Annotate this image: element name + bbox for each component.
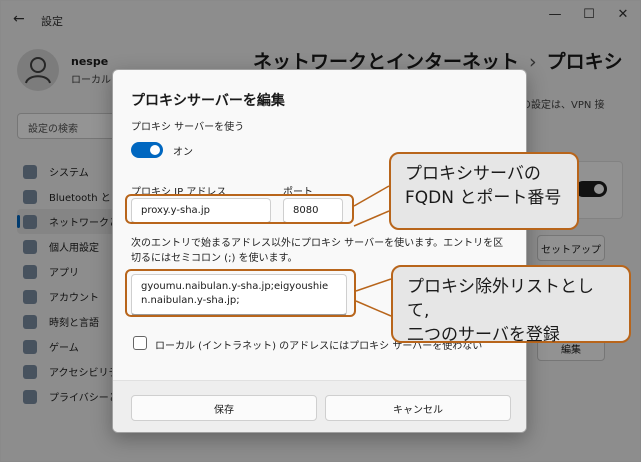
proxy-callout: プロキシサーバの FQDN とポート番号	[389, 152, 579, 230]
exceptions-callout: プロキシ除外リストとして, 二つのサーバを登録	[391, 265, 631, 345]
callout-connectors	[353, 185, 392, 317]
screenshot-frame: ← 設定 — ☐ ✕ nespe ローカル ア 設定の検索 システム Bluet…	[0, 0, 641, 462]
